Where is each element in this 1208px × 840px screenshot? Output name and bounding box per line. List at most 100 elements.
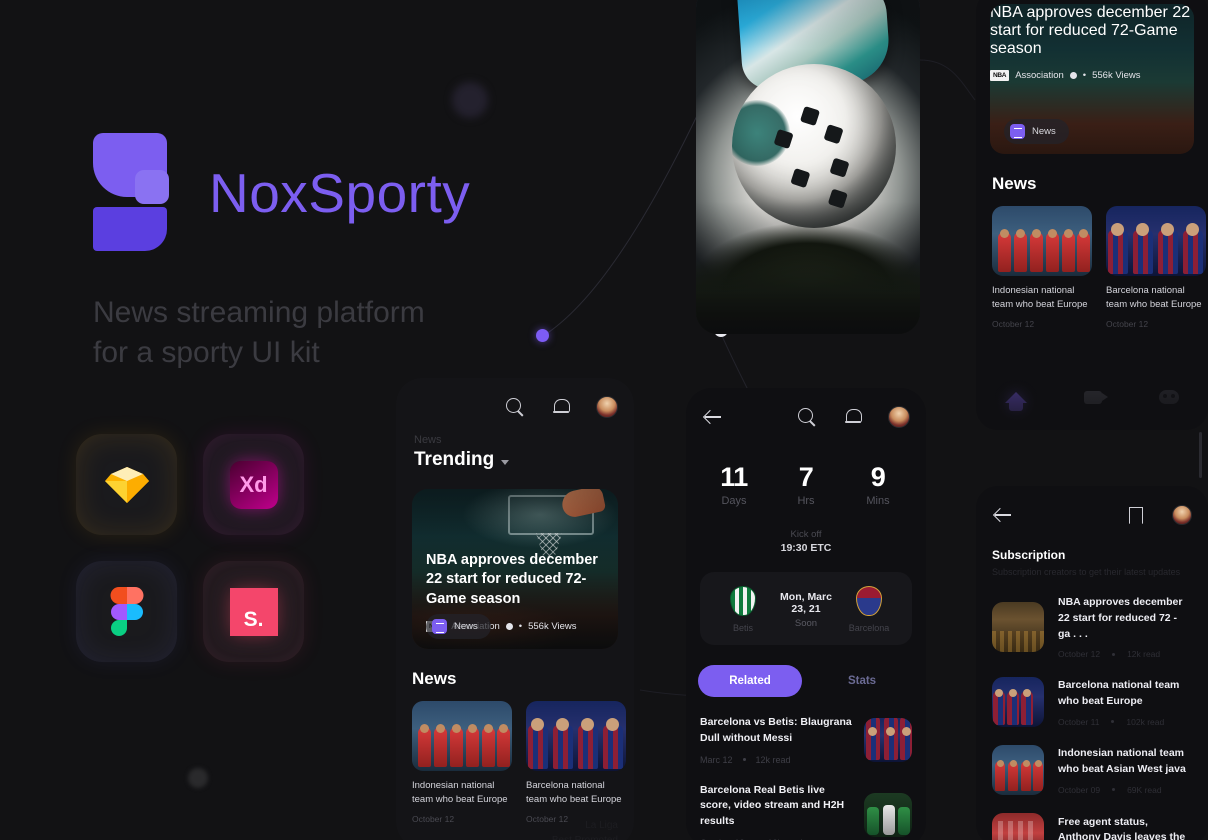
ghost-line-1: La Liga — [585, 820, 618, 831]
avatar[interactable] — [888, 406, 910, 428]
tool-sketch[interactable] — [76, 434, 177, 535]
subscription-item[interactable]: Indonesian national team who beat Asian … — [976, 745, 1208, 796]
tool-studio[interactable]: S. — [203, 561, 304, 662]
bookmark-icon[interactable] — [1124, 504, 1146, 526]
trending-kicker: News — [414, 434, 442, 446]
subscription-item-meta: October 12 12k read — [1058, 649, 1192, 659]
search-icon[interactable] — [796, 406, 818, 428]
avatar[interactable] — [1172, 505, 1192, 525]
news-badge[interactable]: News — [426, 614, 491, 639]
meta-dot-icon — [1112, 788, 1116, 791]
trending-title-row[interactable]: Trending — [396, 449, 634, 471]
home-featured-text: NBA approves december 22 start for reduc… — [990, 4, 1194, 81]
meta-dot: • — [1082, 70, 1087, 81]
nba-logo-icon: NBA — [990, 70, 1010, 81]
hero-photo-screen — [696, 0, 920, 334]
tool-adobe-xd[interactable]: Xd — [203, 434, 304, 535]
subscription-item-text: NBA approves december 22 start for reduc… — [1058, 595, 1192, 659]
home-featured-views: 556k Views — [1092, 70, 1141, 81]
avatar[interactable] — [596, 396, 618, 418]
subscription-item-reads: 102k read — [1126, 716, 1165, 727]
article-row[interactable]: Barcelona vs Betis: Blaugrana Dull witho… — [700, 715, 912, 765]
article-meta: Marc 12 12k read — [700, 755, 852, 765]
back-arrow-icon[interactable] — [992, 504, 1014, 526]
news-thumbnail — [526, 701, 626, 771]
news-badge-label: News — [1032, 126, 1056, 137]
subscription-thumbnail — [992, 745, 1044, 796]
article-row[interactable]: Barcelona Real Betis live score, video s… — [700, 783, 912, 840]
news-card[interactable]: Indonesian national team who beat Europe… — [412, 701, 512, 824]
subscription-item-text: Free agent status, Anthony Davis leaves … — [1058, 815, 1192, 840]
match-info: Mon, Marc 23, 21 Soon — [774, 591, 838, 629]
tagline-line-2: for a sporty UI kit — [93, 335, 320, 369]
brand-lockup: NoxSporty — [93, 133, 470, 253]
tool-figma[interactable] — [76, 561, 177, 662]
tab-related[interactable]: Related — [698, 665, 802, 697]
subscription-item[interactable]: NBA approves december 22 start for reduc… — [976, 595, 1208, 659]
design-tool-icons: Xd S. — [76, 434, 329, 687]
countdown-days-label: Days — [721, 495, 747, 507]
subscription-screen: Subscription Subscription creators to ge… — [976, 486, 1208, 840]
home-news-row: Indonesian national team who beat Europe… — [976, 206, 1208, 329]
match-status: Soon — [794, 617, 818, 629]
scroll-indicator[interactable] — [1199, 432, 1202, 478]
subscription-item[interactable]: Barcelona national team who beat Europe … — [976, 677, 1208, 728]
away-team: Barcelona — [838, 586, 900, 633]
kickoff-label: Kick off — [790, 529, 822, 540]
countdown-days-value: 11 — [720, 462, 748, 492]
article-text: Barcelona Real Betis live score, video s… — [700, 783, 852, 840]
brand-tagline: News streaming platform for a sporty UI … — [93, 293, 425, 372]
featured-views: 556k Views — [528, 620, 577, 632]
news-badge[interactable]: News — [1004, 119, 1069, 144]
home-icon[interactable] — [1004, 391, 1027, 411]
bottom-nav — [976, 390, 1208, 411]
article-title: Barcelona vs Betis: Blaugrana Dull witho… — [700, 716, 852, 744]
video-icon[interactable] — [1083, 390, 1108, 404]
news-card[interactable]: Barcelona national team who beat Europe … — [1106, 206, 1206, 329]
news-section-title: News — [412, 669, 457, 688]
subscription-thumbnail — [992, 677, 1044, 728]
barcelona-crest-icon — [856, 586, 882, 616]
news-badge-label: News — [454, 621, 478, 632]
featured-title: NBA approves december 22 start for reduc… — [426, 552, 598, 607]
subscription-item-text: Indonesian national team who beat Asian … — [1058, 746, 1192, 795]
connector-dot-purple — [536, 329, 549, 342]
news-card-title: Barcelona national team who beat Europe — [1106, 285, 1202, 310]
article-thumbnail — [864, 717, 912, 762]
subscription-thumbnail — [992, 602, 1044, 653]
away-team-name: Barcelona — [848, 623, 890, 633]
game-icon[interactable] — [1159, 390, 1180, 404]
featured-article-card[interactable]: NBA approves december 22 start for reduc… — [412, 489, 618, 649]
bell-icon[interactable] — [550, 396, 572, 418]
match-topbar — [686, 388, 926, 428]
chevron-down-icon[interactable] — [501, 459, 510, 465]
tab-stats[interactable]: Stats — [810, 665, 914, 697]
subscription-item-date: October 12 — [1058, 649, 1101, 660]
bell-icon[interactable] — [842, 406, 864, 428]
news-card[interactable]: Indonesian national team who beat Europe… — [992, 206, 1092, 329]
article-reads: 12k read — [755, 754, 791, 765]
home-featured-card[interactable]: NBA approves december 22 start for reduc… — [990, 4, 1194, 154]
subscription-item-date: October 09 — [1058, 784, 1101, 795]
subscription-subtitle: Subscription creators to get their lates… — [992, 567, 1181, 577]
news-card-row: Indonesian national team who beat Europe… — [396, 701, 634, 824]
home-screen: NBA approves december 22 start for reduc… — [976, 0, 1208, 430]
match-card[interactable]: Betis Mon, Marc 23, 21 Soon Barcelona — [700, 572, 912, 645]
kickoff-block: Kick off 19:30 ETC — [686, 529, 926, 554]
noxsporty-logo-icon — [93, 133, 169, 253]
home-featured-meta: NBA Association • 556k Views — [990, 70, 1194, 81]
article-title: Barcelona Real Betis live score, video s… — [700, 783, 845, 828]
subscription-item[interactable]: Free agent status, Anthony Davis leaves … — [976, 813, 1208, 840]
back-arrow-icon[interactable] — [702, 406, 724, 428]
ghost-line-2: Best Promoted — [552, 833, 618, 840]
search-icon[interactable] — [504, 396, 526, 418]
news-card[interactable]: Barcelona national team who beat Europe … — [526, 701, 626, 824]
match-screen: 11 Days 7 Hrs 9 Mins Kick off 19:30 ETC … — [686, 388, 926, 840]
subscription-header: Subscription Subscription creators to ge… — [976, 548, 1208, 577]
home-featured-source: Association — [1015, 70, 1064, 81]
subscription-item-title: NBA approves december 22 start for reduc… — [1058, 596, 1183, 640]
home-team-name: Betis — [732, 623, 753, 633]
meta-dot-icon — [742, 758, 746, 761]
meta-dot-icon — [1111, 720, 1115, 723]
countdown: 11 Days 7 Hrs 9 Mins — [686, 462, 926, 507]
